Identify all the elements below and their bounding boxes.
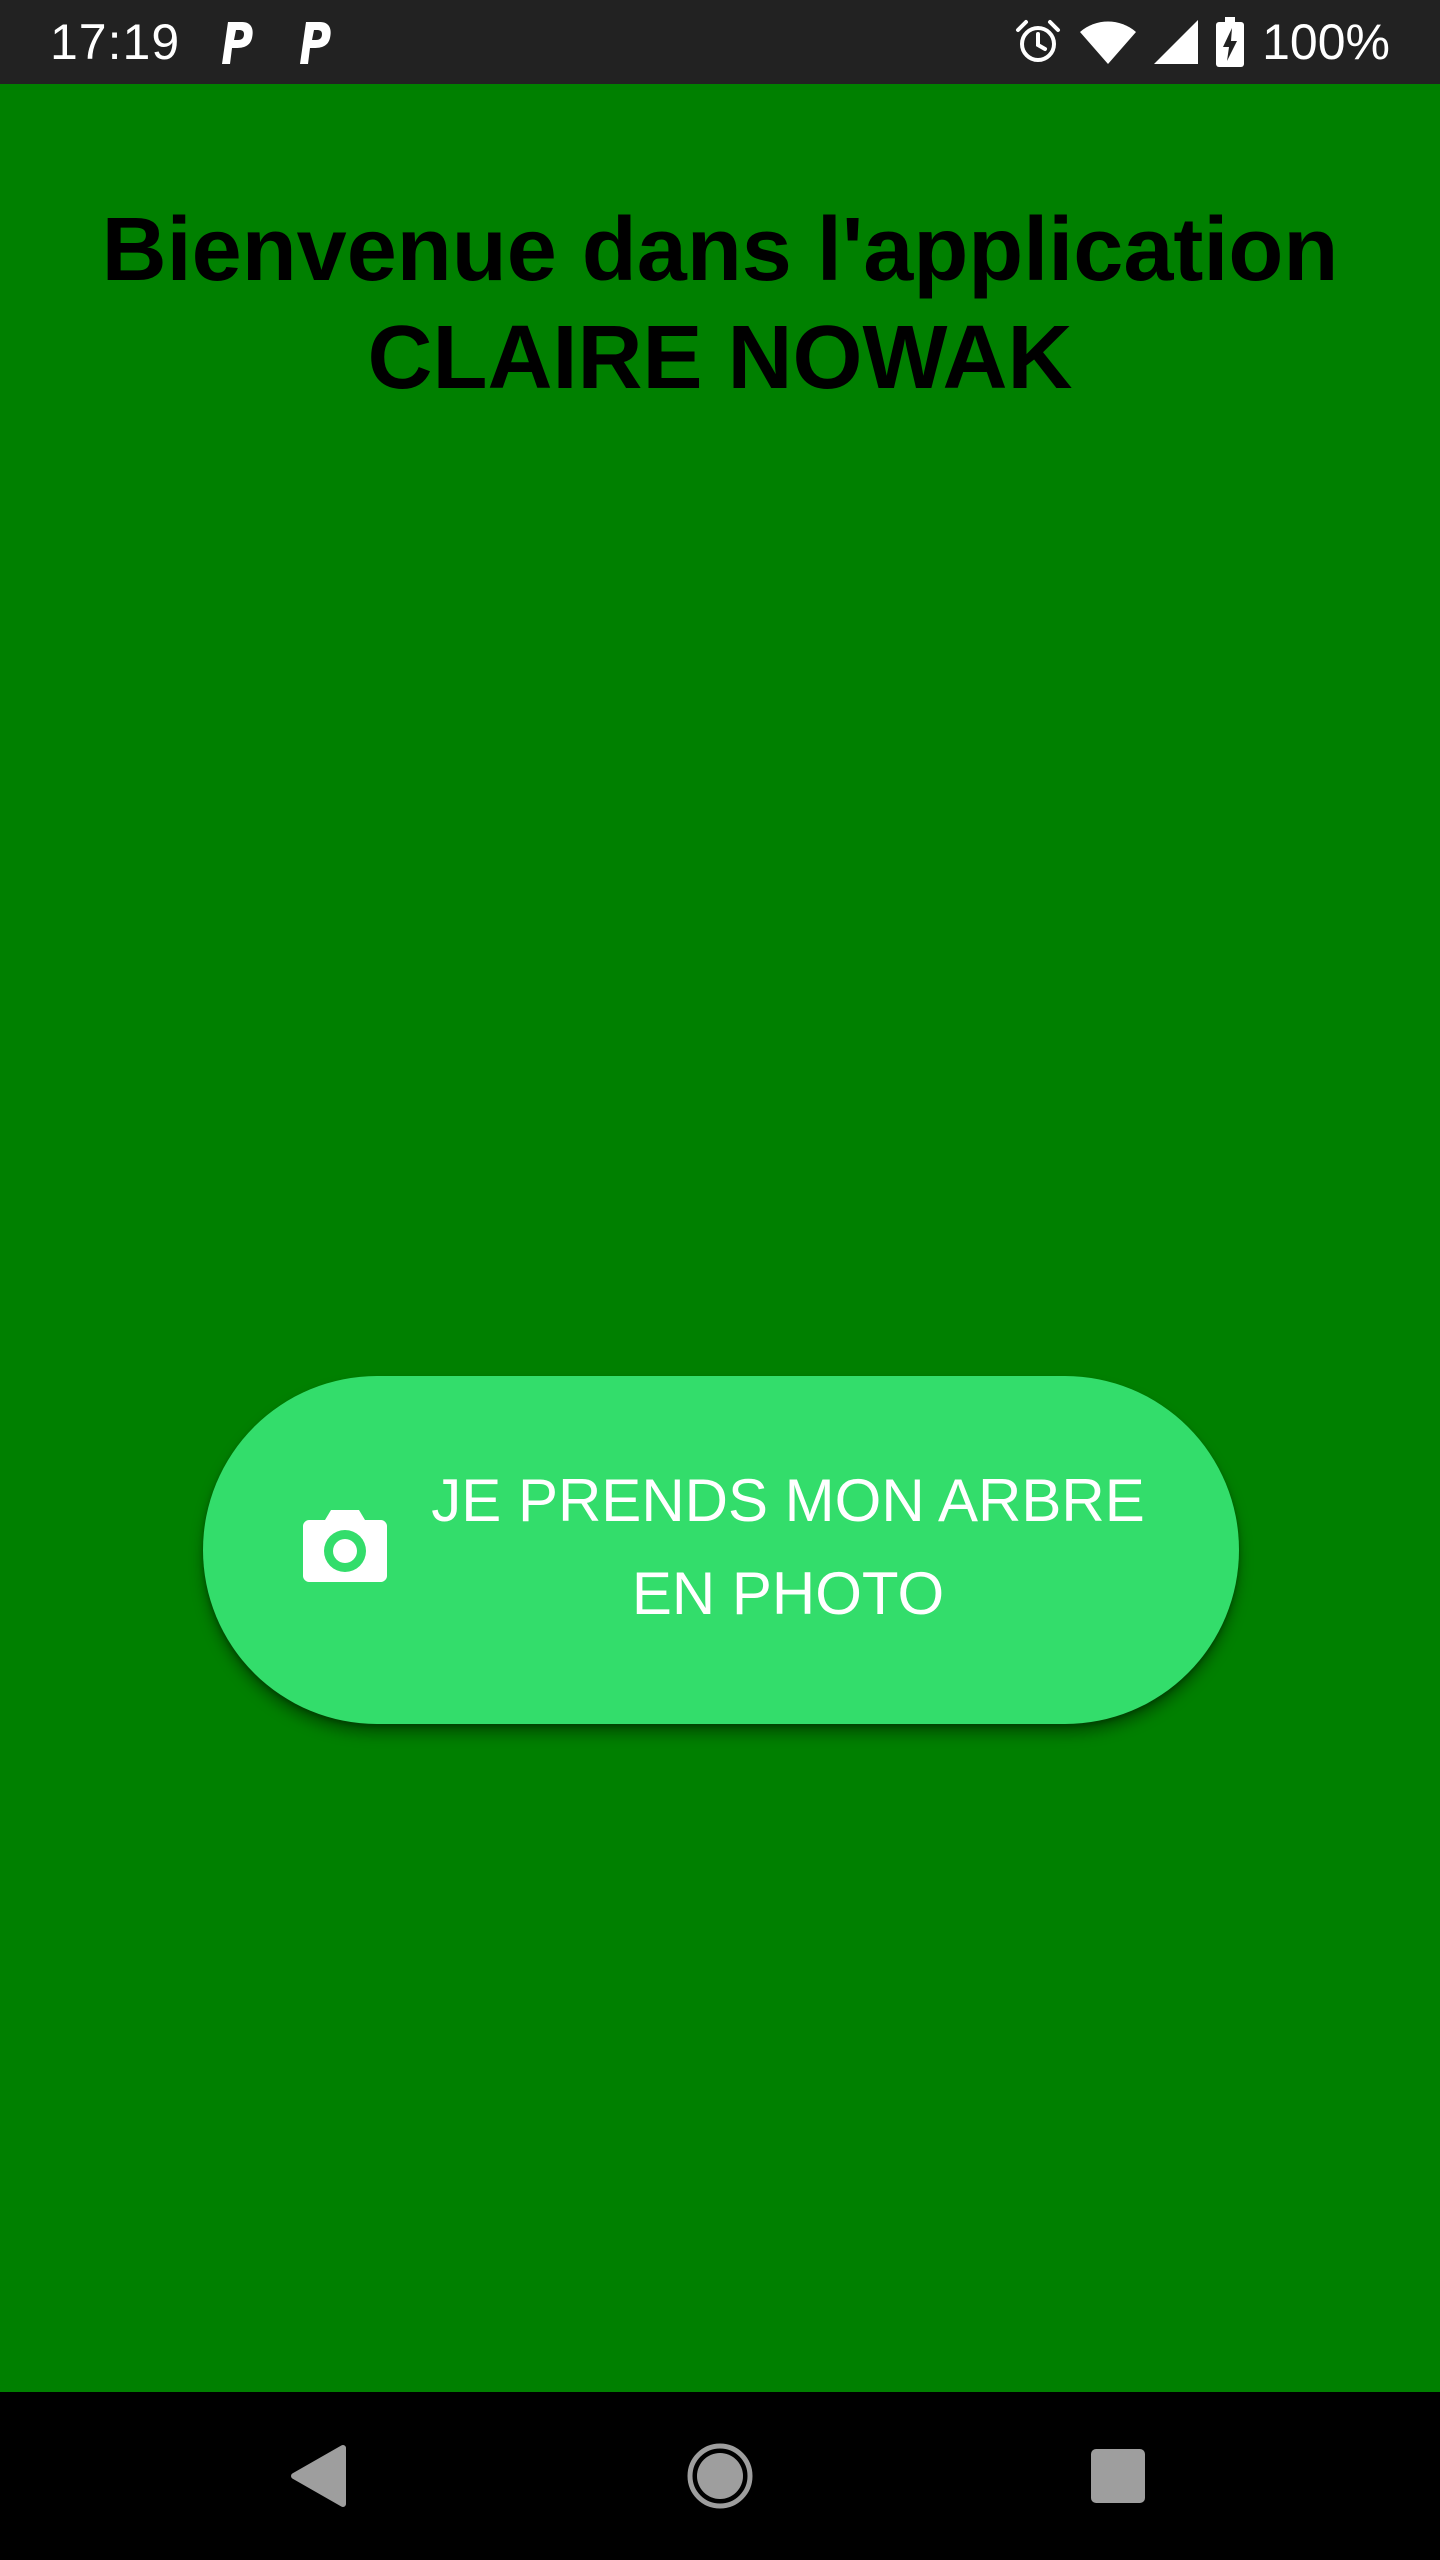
welcome-title: Bienvenue dans l'application CLAIRE NOWA… <box>0 196 1440 412</box>
photo-button-line-2: EN PHOTO <box>631 1560 945 1627</box>
home-icon[interactable] <box>670 2426 770 2526</box>
back-icon[interactable] <box>268 2426 368 2526</box>
recents-icon[interactable] <box>1068 2426 1168 2526</box>
camera-icon <box>303 1510 387 1582</box>
status-system-icons: 100% <box>1014 14 1390 70</box>
take-tree-photo-button[interactable]: JE PRENDS MON ARBRE EN PHOTO <box>203 1376 1239 1724</box>
welcome-line-1: Bienvenue dans l'application <box>101 200 1339 300</box>
welcome-line-2: CLAIRE NOWAK <box>367 308 1073 408</box>
battery-percent: 100% <box>1262 14 1390 70</box>
photo-button-line-1: JE PRENDS MON ARBRE <box>431 1467 1145 1534</box>
parking-p-icon <box>294 18 334 66</box>
status-bar: 17:19 100% <box>0 0 1440 84</box>
photo-button-label: JE PRENDS MON ARBRE EN PHOTO <box>408 1454 1168 1640</box>
app-screen: 17:19 100% Bienvenue dans l'application … <box>0 0 1440 2560</box>
status-time: 17:19 <box>50 14 181 70</box>
alarm-icon <box>1014 18 1062 66</box>
battery-charging-icon <box>1216 17 1245 67</box>
signal-icon <box>1154 20 1199 64</box>
parking-p-icon <box>216 18 256 66</box>
wifi-icon <box>1080 20 1137 64</box>
navigation-bar <box>0 2392 1440 2560</box>
